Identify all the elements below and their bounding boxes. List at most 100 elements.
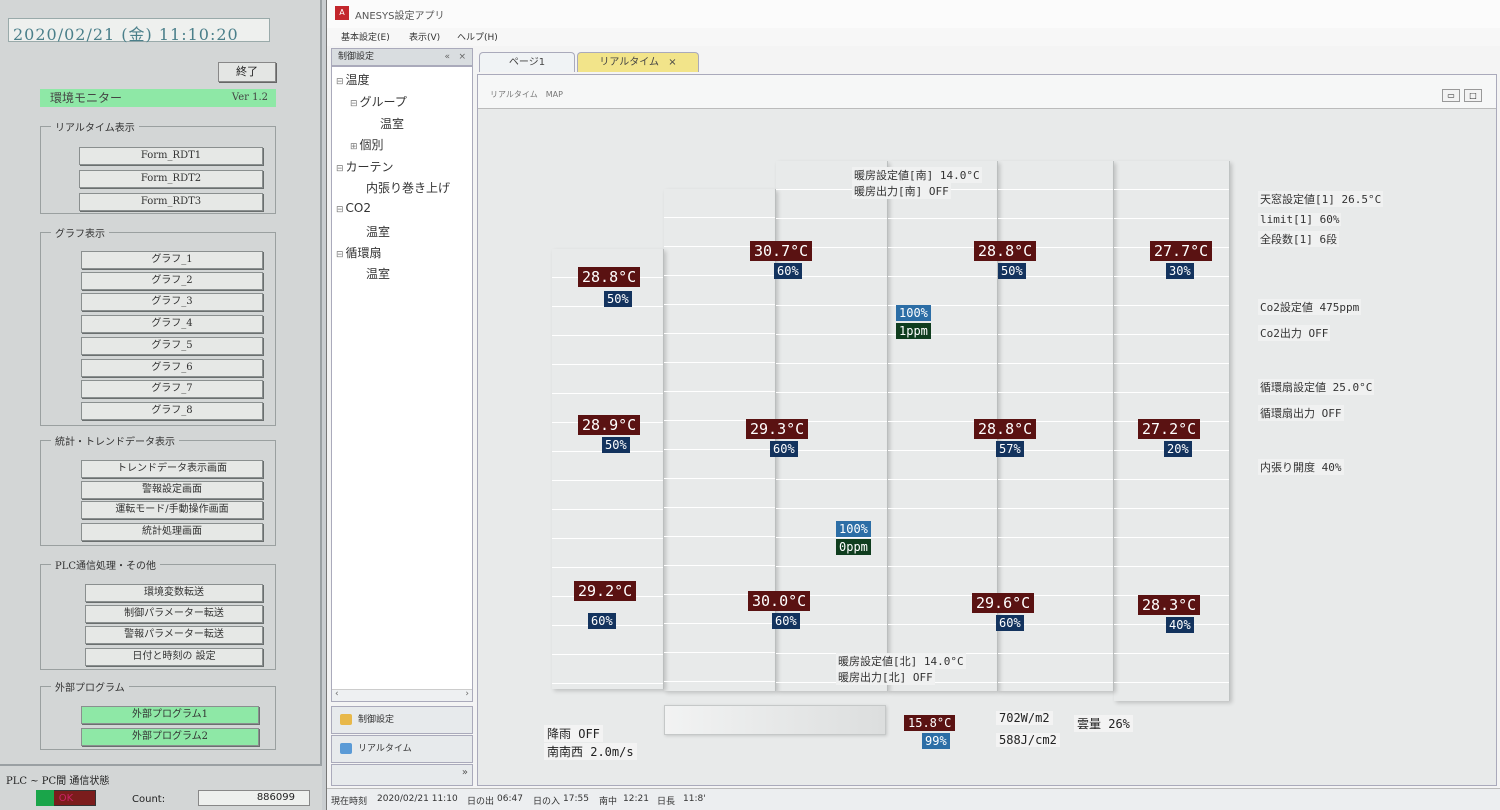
anesys-window: A ANESYS設定アプリ 基本設定(E) 表示(V) ヘルプ(H) 制御設定 … [326,0,1500,810]
fan-setpoint: 循環扇設定値 25.0°C [1258,379,1375,395]
sunset-time: 17:55 [563,794,589,804]
window-title: ANESYS設定アプリ [355,11,445,22]
realtime-map-window: リアルタイム MAP ▭ □ 暖房設定値[南] 14.0°C 暖房出力[南] O… [477,74,1497,786]
chevron-down-icon[interactable]: » [462,767,468,778]
sensor-temp-r2c4: 27.2°C [1138,419,1201,439]
graph-5-button[interactable]: グラフ_5 [81,337,263,355]
window-title-bar: A ANESYS設定アプリ [327,0,1500,28]
collapse-toggle-icon[interactable]: ⊟ [336,164,344,174]
roof-vent-total-steps: 全段数[1] 6段 [1258,231,1340,247]
tree-label: CO2 [345,201,372,215]
co2-percent-1: 100% [896,305,931,321]
form-rdt1-button[interactable]: Form_RDT1 [79,147,263,165]
sensor-hum-r3c4: 40% [1166,617,1194,633]
group-title: PLC通信処理・その他 [51,557,161,572]
app-title-bar: 環境モニター Ver 1.2 [40,89,276,107]
expand-toggle-icon[interactable]: ⊞ [350,142,358,152]
co2-output: Co2出力 OFF [1258,325,1331,341]
tree-item-temperature[interactable]: ⊟ 温度 [336,71,370,88]
collapse-toggle-icon[interactable]: ⊟ [336,205,344,215]
sensor-temp-r2c3: 28.8°C [974,419,1037,439]
roof-vent-limit: limit[1] 60% [1258,213,1342,226]
tree-item-individual[interactable]: ⊞ 個別 [350,136,384,153]
nav-realtime-button[interactable]: リアルタイム [331,735,473,763]
menu-view[interactable]: 表示(V) [409,30,440,43]
co2-ppm-1: 1ppm [896,323,931,339]
form-rdt3-button[interactable]: Form_RDT3 [79,193,263,211]
sensor-temp-r3c1: 29.2°C [574,581,637,601]
tab-page1[interactable]: ページ1 [479,52,575,72]
sensor-temp-r3c3: 29.6°C [972,593,1035,613]
form-rdt2-button[interactable]: Form_RDT2 [79,170,263,188]
tab-realtime[interactable]: リアルタイム × [577,52,699,72]
datetime-settings-button[interactable]: 日付と時刻の 設定 [85,648,263,666]
minimize-icon[interactable]: ▭ [1442,89,1460,102]
map-title: リアルタイム MAP [490,90,563,99]
realtime-display-group: リアルタイム表示 Form_RDT1 Form_RDT2 Form_RDT3 [40,119,276,214]
graph-7-button[interactable]: グラフ_7 [81,380,263,398]
tree-label: カーテン [345,160,394,174]
graph-6-button[interactable]: グラフ_6 [81,359,263,377]
day-length-label: 日長 [657,797,676,807]
tree-item-curtain[interactable]: ⊟ カーテン [336,158,394,175]
control-params-transfer-button[interactable]: 制御パラメーター転送 [85,605,263,623]
tree-label: 温室 [380,117,405,131]
tree-item-co2[interactable]: ⊟ CO2 [336,201,371,215]
external-program-2-button[interactable]: 外部プログラム2 [81,728,259,746]
tree-scrollbar[interactable]: ‹ › [332,689,472,701]
map-header: リアルタイム MAP ▭ □ [478,75,1496,109]
tab-close-icon[interactable]: × [668,57,676,68]
fan-output: 循環扇出力 OFF [1258,405,1344,421]
sensor-hum-r1c4: 30% [1166,263,1194,279]
collapse-toggle-icon[interactable]: ⊟ [350,99,358,109]
app-version: Ver 1.2 [231,92,268,103]
menu-basic-settings[interactable]: 基本設定(E) [341,30,390,43]
close-icon[interactable]: × [458,49,466,65]
tree-label: グループ [359,95,407,109]
tree-item-co2-greenhouse[interactable]: 温室 [366,223,390,240]
env-vars-transfer-button[interactable]: 環境変数転送 [85,584,263,602]
external-program-group: 外部プログラム 外部プログラム1 外部プログラム2 [40,679,276,750]
sensor-hum-r2c1: 50% [602,437,630,453]
statistics-button[interactable]: 統計処理画面 [81,523,263,541]
exit-button[interactable]: 終了 [218,62,276,82]
cloud-cover: 雲量 26% [1074,715,1133,732]
heating-north-output: 暖房出力[北] OFF [836,669,935,685]
group-title: 統計・トレンドデータ表示 [51,433,179,448]
scroll-left-icon[interactable]: ‹ [335,689,339,699]
graph-3-button[interactable]: グラフ_3 [81,293,263,311]
tree-item-inner-curtain[interactable]: 内張り巻き上げ [366,179,450,196]
graph-1-button[interactable]: グラフ_1 [81,251,263,269]
count-value: 886099 [198,790,310,806]
sensor-temp-r1c1: 28.8°C [578,267,641,287]
weather-station-block [664,705,886,735]
sensor-temp-r1c3: 28.8°C [974,241,1037,261]
solar-noon-time: 12:21 [623,794,649,804]
nav-control-settings-button[interactable]: 制御設定 [331,706,473,734]
sunrise-time: 06:47 [497,794,523,804]
operation-mode-button[interactable]: 運転モード/手動操作画面 [81,501,263,519]
tree-label: 温室 [366,267,391,281]
graph-8-button[interactable]: グラフ_8 [81,402,263,420]
co2-percent-2: 100% [836,521,871,537]
scroll-right-icon[interactable]: › [465,689,469,699]
nav-more-bar[interactable]: » [331,764,473,786]
alarm-settings-button[interactable]: 警報設定画面 [81,481,263,499]
tree-item-circulation-fan[interactable]: ⊟ 循環扇 [336,244,382,261]
tree-item-greenhouse[interactable]: 温室 [380,115,404,132]
tree-item-group[interactable]: ⊟ グループ [350,93,407,110]
collapse-toggle-icon[interactable]: ⊟ [336,250,344,260]
tree-item-fan-greenhouse[interactable]: 温室 [366,265,390,282]
menu-help[interactable]: ヘルプ(H) [457,30,498,43]
graph-4-button[interactable]: グラフ_4 [81,315,263,333]
comm-status-title: PLC ~ PC間 通信状態 [6,776,110,787]
alarm-params-transfer-button[interactable]: 警報パラメーター転送 [85,626,263,644]
maximize-icon[interactable]: □ [1464,89,1482,102]
trend-data-button[interactable]: トレンドデータ表示画面 [81,460,263,478]
sensor-temp-r2c2: 29.3°C [746,419,809,439]
collapse-toggle-icon[interactable]: ⊟ [336,77,344,87]
curtain-opening: 内張り開度 40% [1258,459,1344,475]
external-program-1-button[interactable]: 外部プログラム1 [81,706,259,724]
graph-2-button[interactable]: グラフ_2 [81,272,263,290]
collapse-icon[interactable]: « [444,49,450,65]
